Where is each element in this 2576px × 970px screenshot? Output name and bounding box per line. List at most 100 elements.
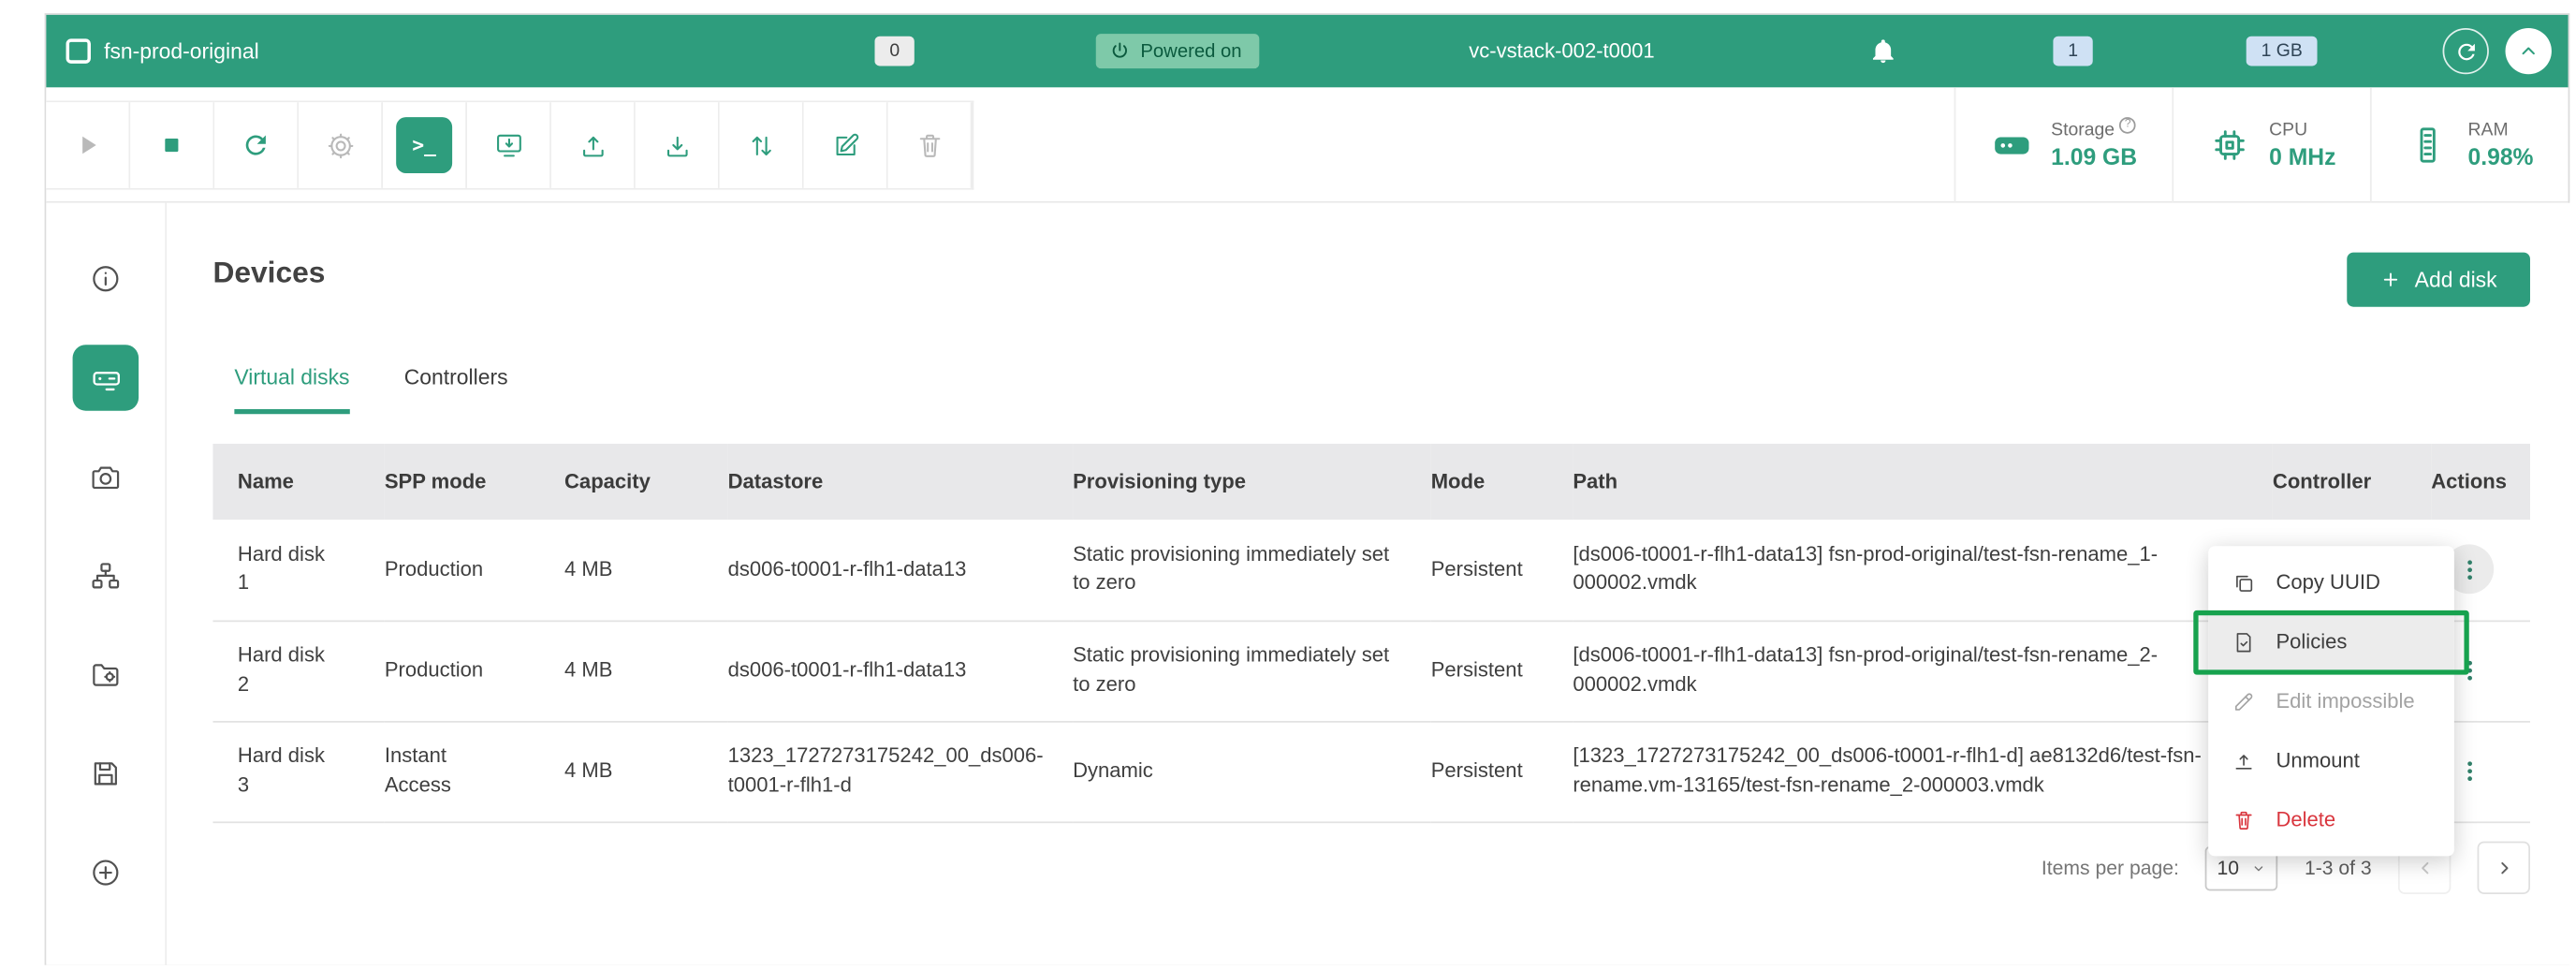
pencil-icon [2232, 689, 2256, 713]
notification-count-badge: 1 [2053, 37, 2093, 66]
spp-mode: Instant Access [385, 721, 564, 821]
delete-button[interactable] [888, 102, 973, 188]
disk-name: Hard disk 3 [212, 721, 384, 821]
col-mode: Mode [1431, 444, 1573, 520]
sidebar-item-backups[interactable] [73, 741, 139, 806]
mode: Persistent [1431, 620, 1573, 720]
settings-button[interactable] [299, 102, 383, 188]
datastore: ds006-t0001-r-flh1-data13 [728, 620, 1074, 720]
mode: Persistent [1431, 721, 1573, 821]
tab-virtual-disks[interactable]: Virtual disks [234, 364, 349, 414]
ram-icon [2407, 124, 2450, 167]
menu-item-label: Policies [2276, 630, 2347, 654]
col-controller: Controller [2273, 444, 2431, 520]
table-row: Hard disk 3 Instant Access 4 MB 1323_172… [212, 721, 2530, 821]
disk-name: Hard disk 1 [212, 520, 384, 620]
stop-button[interactable] [130, 102, 214, 188]
col-provisioning-type: Provisioning type [1073, 444, 1431, 520]
console-button[interactable]: >_ [383, 102, 467, 188]
virtual-disks-icon [88, 360, 123, 395]
notifications-bell-icon[interactable] [1868, 37, 1898, 66]
plus-icon [2380, 269, 2402, 290]
memory-badge: 1 GB [2247, 37, 2318, 66]
edit-icon [829, 129, 861, 160]
upload-button[interactable] [551, 102, 636, 188]
spp-mode: Production [385, 620, 564, 720]
path: [1323_1727273175242_00_ds006-t0001-r-flh… [1573, 721, 2273, 821]
edit-button[interactable] [804, 102, 888, 188]
datastore: ds006-t0001-r-flh1-data13 [728, 520, 1074, 620]
sidebar-item-add[interactable] [73, 840, 139, 905]
tab-controllers[interactable]: Controllers [404, 364, 508, 414]
provisioning-type: Dynamic [1073, 721, 1431, 821]
mode: Persistent [1431, 520, 1573, 620]
vm-action-buttons: >_ [46, 100, 973, 189]
menu-item-policies[interactable]: Policies [2208, 612, 2454, 671]
power-status-chip: Powered on [1096, 34, 1260, 68]
storage-label: Storage [2051, 121, 2115, 140]
download-icon [661, 129, 693, 160]
page-title: Devices [212, 256, 325, 290]
items-per-page-label: Items per page: [2042, 856, 2179, 879]
menu-item-copy-uuid[interactable]: Copy UUID [2208, 552, 2454, 611]
sidebar-item-snapshots[interactable] [73, 444, 139, 509]
monitor-import-icon [492, 129, 524, 160]
refresh-button[interactable] [2443, 28, 2489, 74]
power-status-label: Powered on [1140, 41, 1241, 61]
capacity: 4 MB [564, 620, 728, 720]
download-button[interactable] [636, 102, 720, 188]
col-actions: Actions [2431, 444, 2530, 520]
restart-button[interactable] [214, 102, 299, 188]
capacity: 4 MB [564, 721, 728, 821]
trash-icon [914, 129, 945, 160]
policies-icon [2232, 629, 2256, 654]
gear-icon [324, 129, 356, 160]
play-button[interactable] [46, 102, 130, 188]
items-per-page-value: 10 [2217, 856, 2240, 879]
vm-name: fsn-prod-original [104, 38, 259, 63]
ram-metric: RAM 0.98% [2370, 87, 2568, 202]
sidebar-item-virtual-disks[interactable] [73, 345, 139, 410]
info-icon[interactable]: ? [2119, 117, 2136, 134]
unmount-icon [2232, 748, 2256, 772]
next-page-button[interactable] [2478, 842, 2530, 894]
add-disk-button[interactable]: Add disk [2347, 253, 2530, 307]
folder-policies-icon [89, 658, 122, 691]
menu-item-label: Copy UUID [2276, 571, 2379, 595]
menu-item-edit-impossible: Edit impossible [2208, 671, 2454, 730]
upload-icon [577, 129, 608, 160]
toolbar: >_ Storag [46, 87, 2568, 202]
col-datastore: Datastore [728, 444, 1074, 520]
cpu-metric: CPU 0 MHz [2172, 87, 2370, 202]
pagination: Items per page: 10 1-3 of 3 [212, 840, 2530, 896]
sidebar-item-policies[interactable] [73, 641, 139, 707]
dots-vertical-icon [2455, 555, 2483, 583]
sidebar-item-info[interactable] [73, 246, 139, 312]
table-row: Hard disk 2 Production 4 MB ds006-t0001-… [212, 620, 2530, 720]
menu-item-unmount[interactable]: Unmount [2208, 731, 2454, 790]
caret-down-icon [2252, 860, 2267, 875]
collapse-panel-button[interactable] [2506, 28, 2552, 74]
bell-icon [1868, 37, 1898, 66]
info-icon [89, 262, 122, 295]
sidebar-item-network[interactable] [73, 543, 139, 609]
col-name: Name [212, 444, 384, 520]
menu-item-delete[interactable]: Delete [2208, 790, 2454, 849]
datastore: 1323_1727273175242_00_ds006-t0001-r-flh1… [728, 721, 1074, 821]
dots-vertical-icon [2455, 656, 2483, 684]
screenshot-root: fsn-prod-original 0 Powered on vc-vstack… [0, 0, 2576, 970]
power-icon [1109, 40, 1131, 62]
dots-vertical-icon [2455, 757, 2483, 786]
vm-header-bar: fsn-prod-original 0 Powered on vc-vstack… [46, 15, 2568, 88]
chevron-right-icon [2493, 857, 2514, 878]
cpu-label: CPU [2269, 121, 2307, 140]
row-context-menu: Copy UUID Policies Edit impossible Unmou… [2208, 546, 2454, 856]
virtual-disks-table: Name SPP mode Capacity Datastore Provisi… [212, 444, 2530, 822]
reorder-button[interactable] [720, 102, 804, 188]
chevron-up-icon [2517, 39, 2540, 63]
ram-label: RAM [2468, 121, 2509, 140]
select-vm-checkbox[interactable] [66, 38, 91, 63]
import-button[interactable] [467, 102, 551, 188]
path: [ds006-t0001-r-flh1-data13] fsn-prod-ori… [1573, 620, 2273, 720]
app-scale-wrapper: fsn-prod-original 0 Powered on vc-vstack… [0, 0, 2576, 970]
